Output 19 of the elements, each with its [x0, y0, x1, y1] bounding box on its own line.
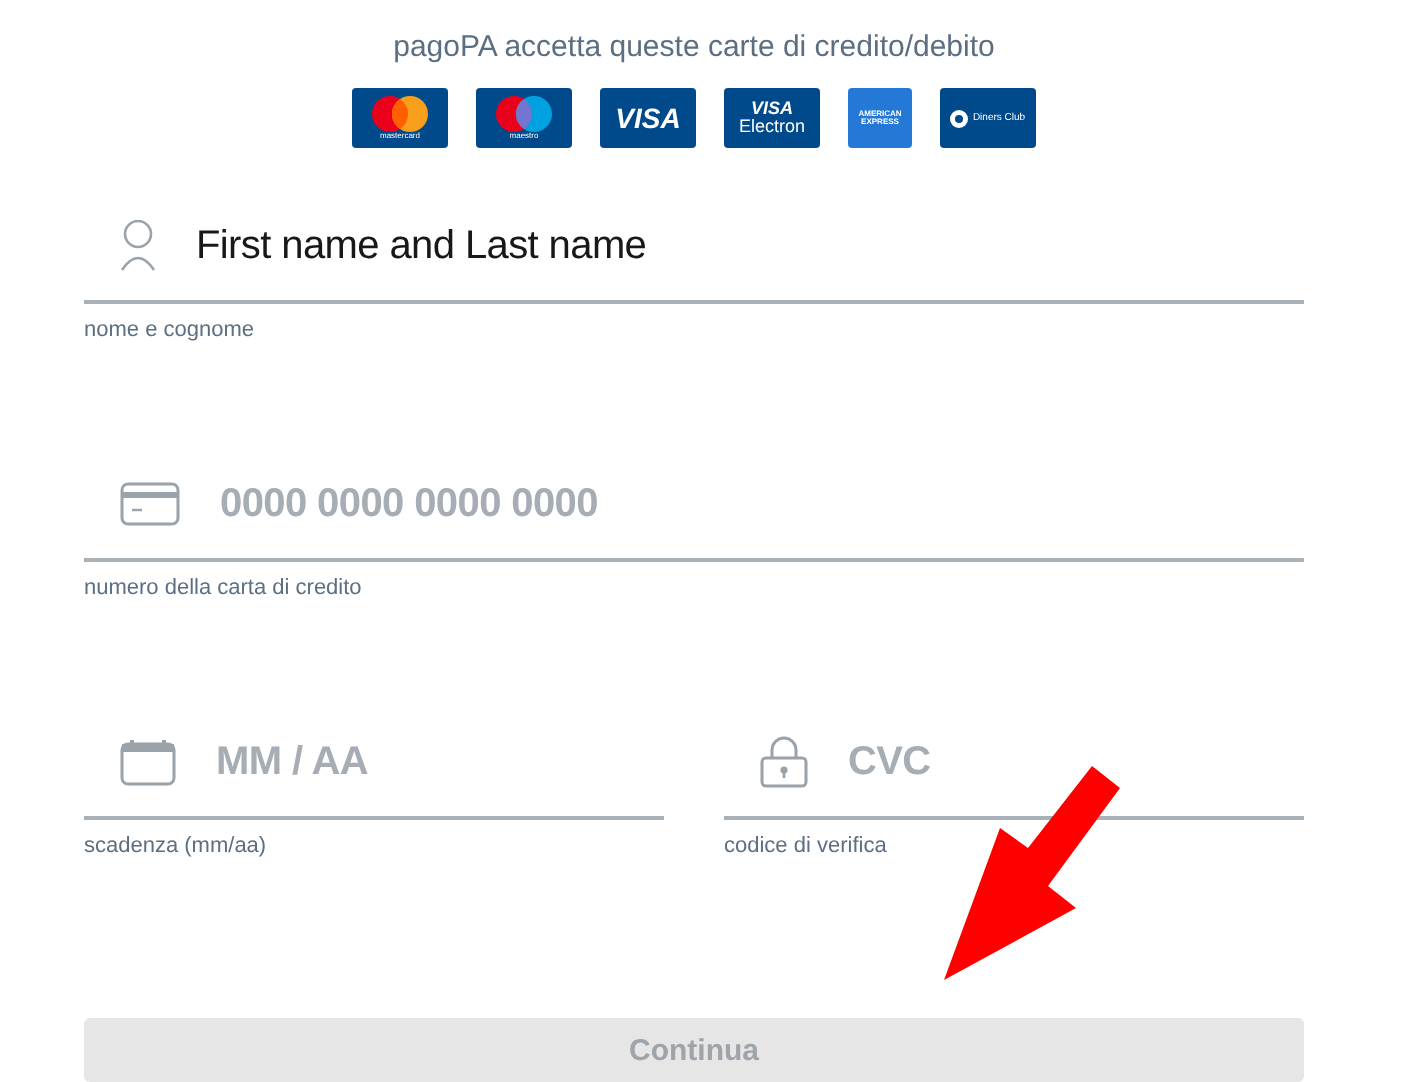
input-field[interactable]: 0000 0000 0000 0000: [220, 481, 1304, 527]
field-hint: numero della carta di credito: [84, 576, 364, 600]
calendar-icon: [120, 738, 176, 786]
credit-card-icon: [120, 482, 180, 526]
field-hint: nome e cognome: [84, 318, 256, 342]
field-hint: scadenza (mm/aa): [84, 834, 269, 858]
input-field[interactable]: MM / AA: [216, 739, 664, 785]
card-brand: VISA: [750, 100, 793, 118]
person-icon: [120, 220, 156, 272]
diners-icon: [950, 109, 969, 127]
circles-icon: [494, 96, 554, 132]
input-field[interactable]: First name and Last name: [196, 223, 1304, 269]
lock-icon: [760, 736, 808, 788]
accepted-cards-text: pagoPA accetta queste carte di credito/debito: [391, 30, 997, 64]
card-brand: VISA: [615, 104, 681, 132]
field-hint: codice di verifica: [724, 834, 889, 858]
input-field[interactable]: CVC: [848, 739, 1304, 785]
circles-icon: [370, 96, 430, 132]
card-brand: Electron: [738, 118, 806, 136]
